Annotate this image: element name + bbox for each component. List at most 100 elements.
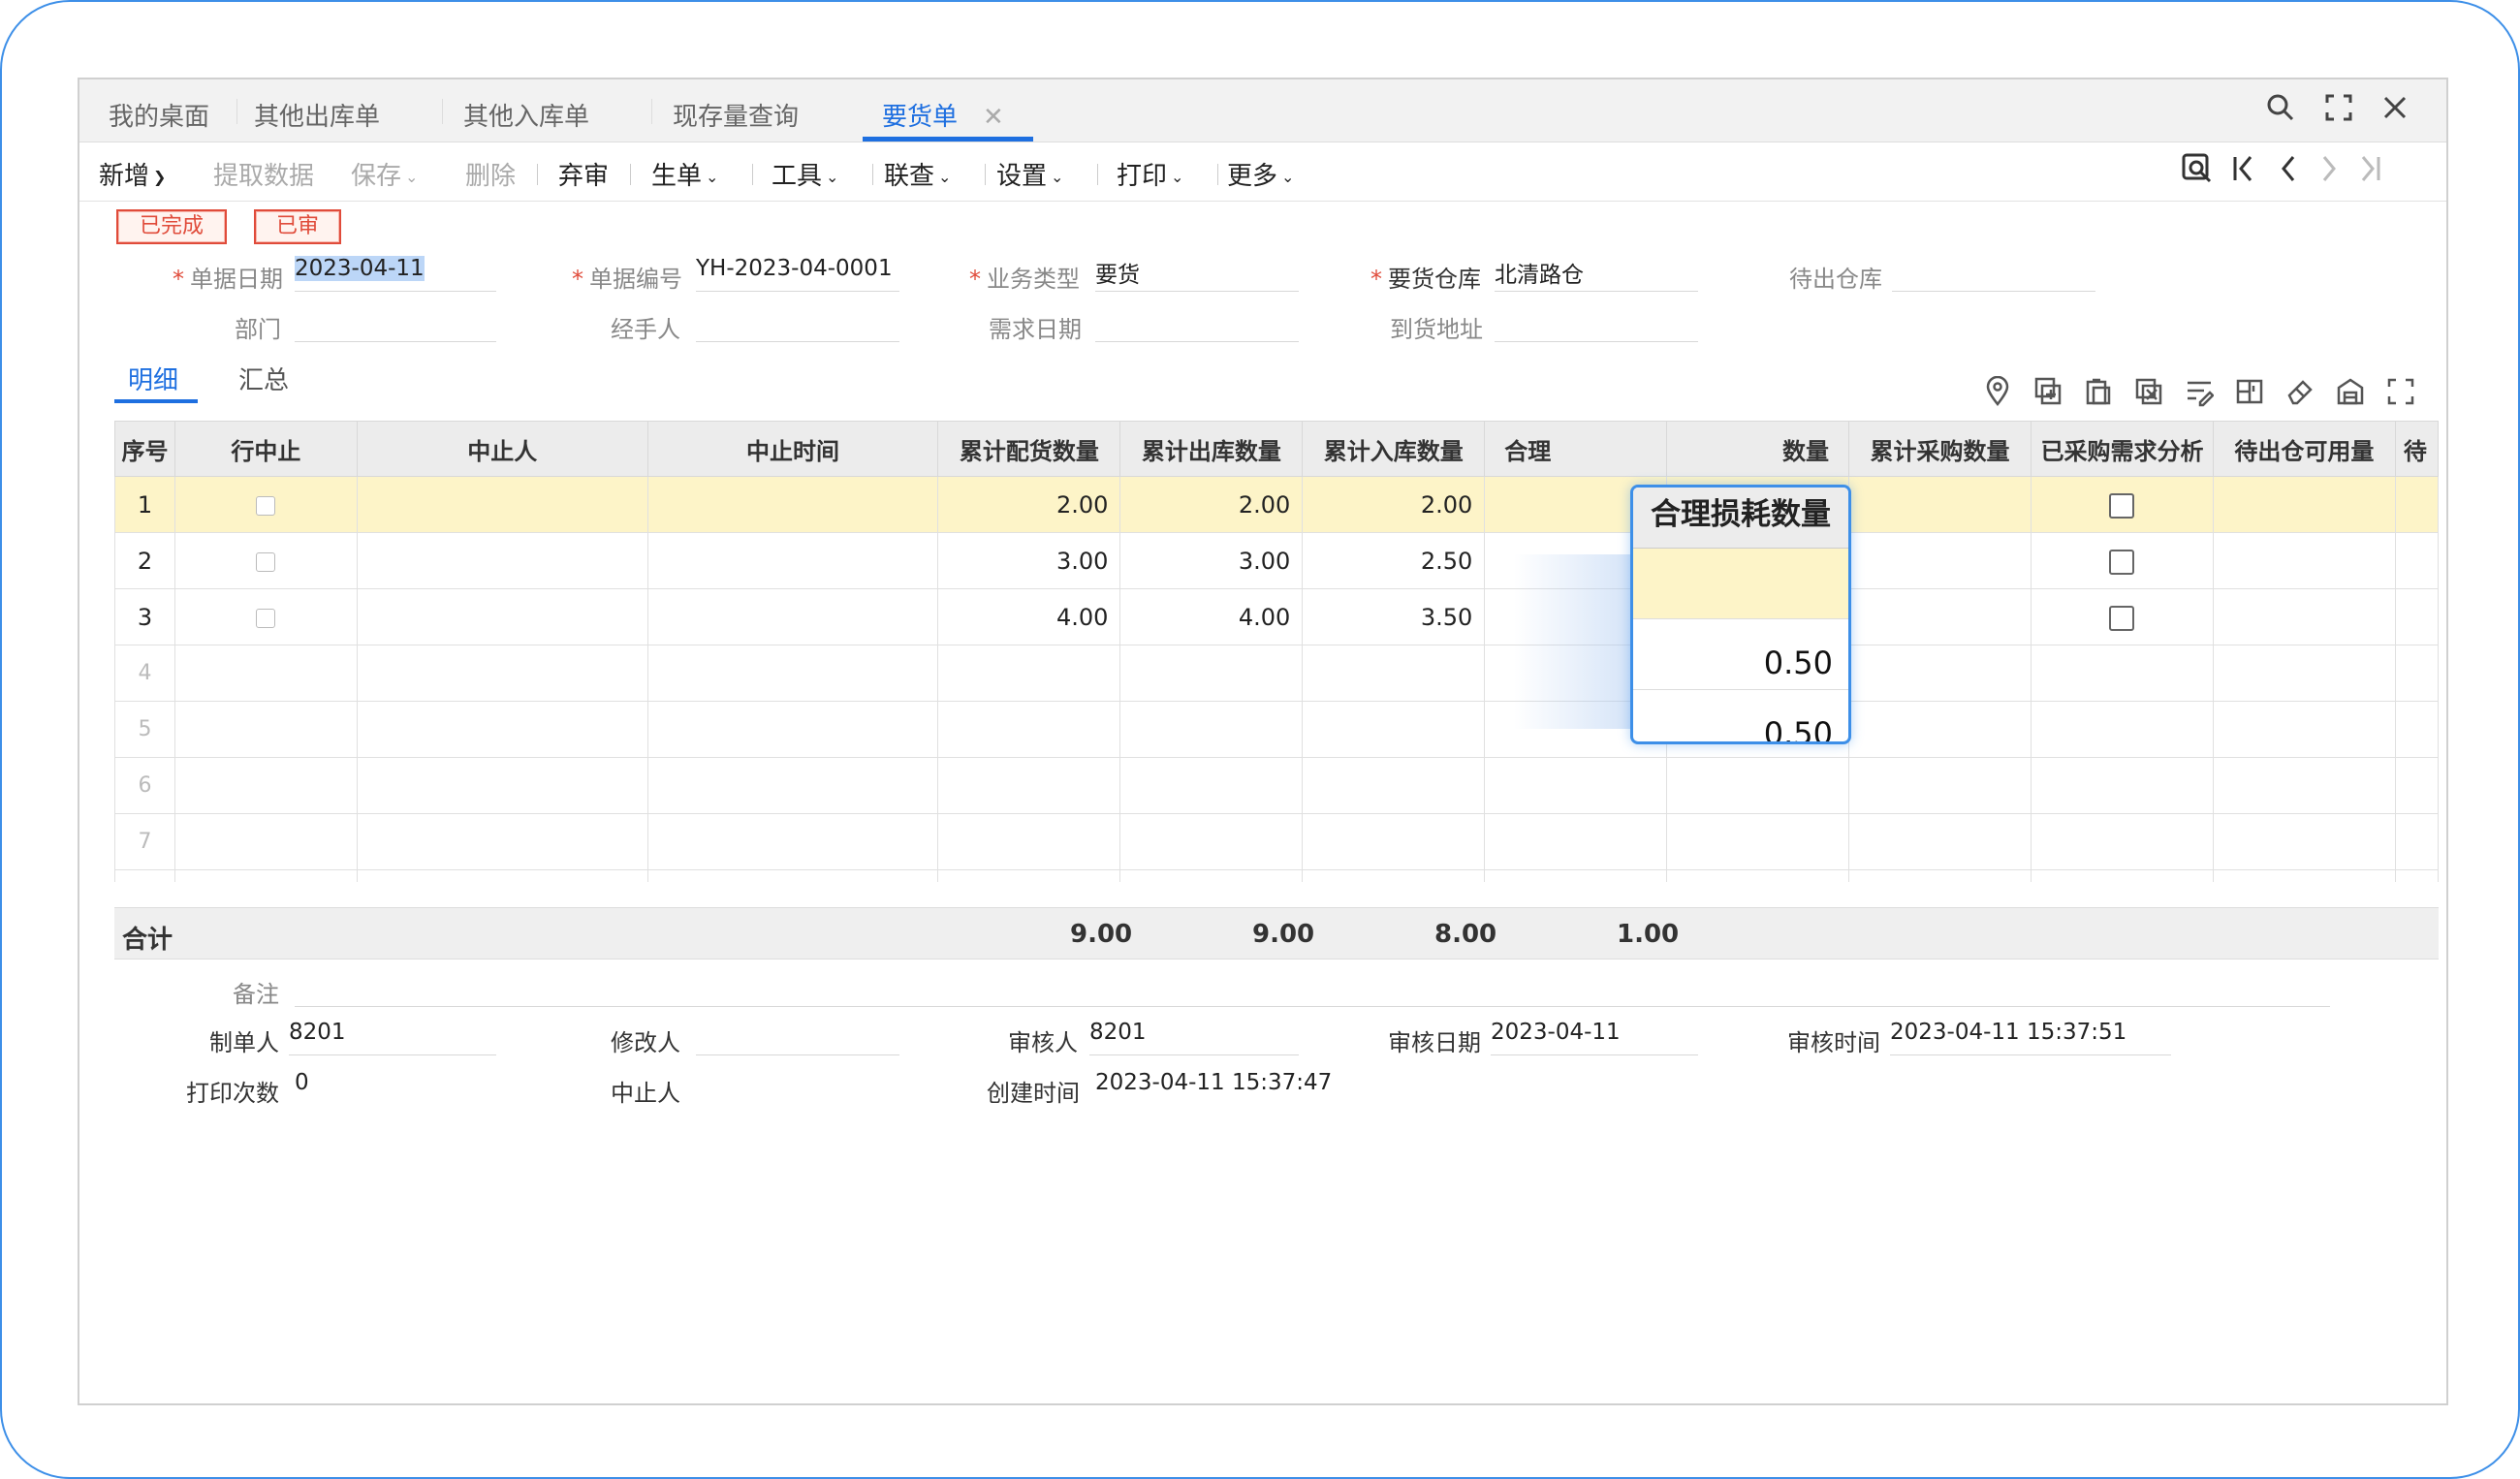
stop-time-cell[interactable] (646, 532, 939, 589)
row-stop-cell[interactable] (173, 588, 358, 645)
col-header-seq[interactable]: 序号 (114, 421, 175, 477)
tab-other-outbound[interactable]: 其他出库单 (254, 97, 380, 142)
empty-cell[interactable] (2394, 813, 2439, 870)
empty-cell[interactable] (2030, 813, 2214, 870)
stopper-cell[interactable] (356, 476, 648, 533)
out-warehouse-field[interactable] (1892, 256, 2095, 292)
handler-field[interactable] (696, 306, 899, 342)
col-header-stopper[interactable]: 中止人 (356, 421, 648, 477)
table-row[interactable]: 8 (114, 869, 2439, 882)
out-cell[interactable]: 4.00 (1119, 588, 1304, 645)
dist-cell[interactable]: 3.00 (937, 532, 1121, 589)
empty-cell[interactable] (1302, 701, 1486, 758)
empty-cell[interactable] (2212, 645, 2396, 702)
generate-button[interactable]: 生单 ⌄ (651, 156, 718, 192)
fetch-data-button[interactable]: 提取数据 (213, 156, 314, 192)
print-button[interactable]: 打印 ⌄ (1117, 156, 1183, 192)
empty-cell[interactable] (1302, 645, 1486, 702)
dist-cell[interactable]: 2.00 (937, 476, 1121, 533)
empty-cell[interactable] (173, 645, 358, 702)
address-field[interactable] (1495, 306, 1698, 342)
stop-time-cell[interactable] (646, 588, 939, 645)
empty-cell[interactable] (1848, 701, 2032, 758)
empty-cell[interactable] (1666, 757, 1850, 814)
table-row[interactable]: 4 (114, 645, 2439, 702)
tools-button[interactable]: 工具 ⌄ (772, 156, 838, 192)
table-row[interactable]: 2 3.00 3.00 2.50 (114, 532, 2439, 589)
empty-cell[interactable] (2394, 757, 2439, 814)
last-record-icon[interactable] (2355, 152, 2384, 193)
stopper-cell[interactable] (356, 532, 648, 589)
col-header-out[interactable]: 累计出库数量 (1119, 421, 1304, 477)
empty-cell[interactable] (646, 869, 939, 882)
empty-cell[interactable] (2394, 869, 2439, 882)
empty-cell[interactable] (2212, 757, 2396, 814)
empty-cell[interactable] (1848, 757, 2032, 814)
analyzed-cell[interactable] (2030, 476, 2214, 533)
empty-cell[interactable] (937, 757, 1121, 814)
empty-cell[interactable] (356, 701, 648, 758)
empty-cell[interactable] (2030, 701, 2214, 758)
in-cell[interactable]: 2.50 (1302, 532, 1486, 589)
delete-button[interactable]: 删除 (465, 156, 516, 192)
empty-cell[interactable] (1848, 813, 2032, 870)
row-seq[interactable]: 8 (114, 869, 175, 882)
empty-cell[interactable] (1848, 645, 2032, 702)
tab-other-inbound[interactable]: 其他入库单 (463, 97, 589, 142)
empty-cell[interactable] (2030, 757, 2214, 814)
row-stop-checkbox[interactable] (256, 608, 276, 628)
empty-cell[interactable] (646, 757, 939, 814)
delete-row-icon[interactable] (2134, 376, 2163, 414)
empty-cell[interactable] (1302, 813, 1486, 870)
col-header-in[interactable]: 累计入库数量 (1302, 421, 1486, 477)
add-row-icon[interactable] (2033, 376, 2063, 414)
eraser-icon[interactable] (2285, 376, 2315, 414)
empty-cell[interactable] (1302, 757, 1486, 814)
close-icon[interactable] (2380, 93, 2410, 130)
empty-cell[interactable] (356, 813, 648, 870)
dept-field[interactable] (295, 306, 496, 342)
col-header-purchase[interactable]: 累计采购数量 (1848, 421, 2032, 477)
tab-stock-query[interactable]: 现存量查询 (673, 97, 799, 142)
analyzed-checkbox[interactable] (2109, 549, 2135, 575)
out-cell[interactable]: 3.00 (1119, 532, 1304, 589)
analyzed-checkbox[interactable] (2109, 492, 2135, 519)
row-seq[interactable]: 7 (114, 813, 175, 870)
close-tab-icon[interactable]: ✕ (983, 103, 1004, 132)
table-row[interactable]: 7 (114, 813, 2439, 870)
empty-cell[interactable] (173, 869, 358, 882)
col-header-qty[interactable]: 数量 (1666, 421, 1850, 477)
empty-cell[interactable] (356, 757, 648, 814)
out-cell[interactable]: 2.00 (1119, 476, 1304, 533)
available-cell[interactable] (2212, 588, 2396, 645)
empty-cell[interactable] (1302, 869, 1486, 882)
row-stop-checkbox[interactable] (256, 551, 276, 572)
stop-time-cell[interactable] (646, 476, 939, 533)
col-header-available[interactable]: 待出仓可用量 (2212, 421, 2396, 477)
row-stop-checkbox[interactable] (256, 495, 276, 516)
linkquery-button[interactable]: 联查 ⌄ (884, 156, 951, 192)
empty-cell[interactable] (646, 701, 939, 758)
save-button[interactable]: 保存 ⌄ (351, 156, 418, 192)
available-cell[interactable] (2212, 476, 2396, 533)
tab-detail[interactable]: 明细 (128, 361, 178, 396)
paste-row-icon[interactable] (2084, 376, 2113, 414)
purchase-cell[interactable] (1848, 588, 2032, 645)
empty-cell[interactable] (2212, 813, 2396, 870)
remark-field[interactable] (295, 971, 2330, 1007)
dist-cell[interactable]: 4.00 (937, 588, 1121, 645)
empty-cell[interactable] (2212, 869, 2396, 882)
col-header-stop-time[interactable]: 中止时间 (646, 421, 939, 477)
more-button[interactable]: 更多 ⌄ (1227, 156, 1294, 192)
col-header-loss[interactable]: 合理 (1484, 421, 1668, 477)
empty-cell[interactable] (1666, 869, 1850, 882)
empty-cell[interactable] (173, 701, 358, 758)
split-row-icon[interactable] (2235, 376, 2264, 414)
purchase-cell[interactable] (1848, 532, 2032, 589)
analyzed-checkbox[interactable] (2109, 605, 2135, 631)
row-stop-cell[interactable] (173, 532, 358, 589)
col-header-last[interactable]: 待 (2394, 421, 2439, 477)
table-row[interactable]: 3 4.00 4.00 3.50 (114, 588, 2439, 645)
locate-record-icon[interactable] (2181, 152, 2214, 193)
warehouse-field[interactable]: 北清路仓 (1495, 256, 1698, 292)
